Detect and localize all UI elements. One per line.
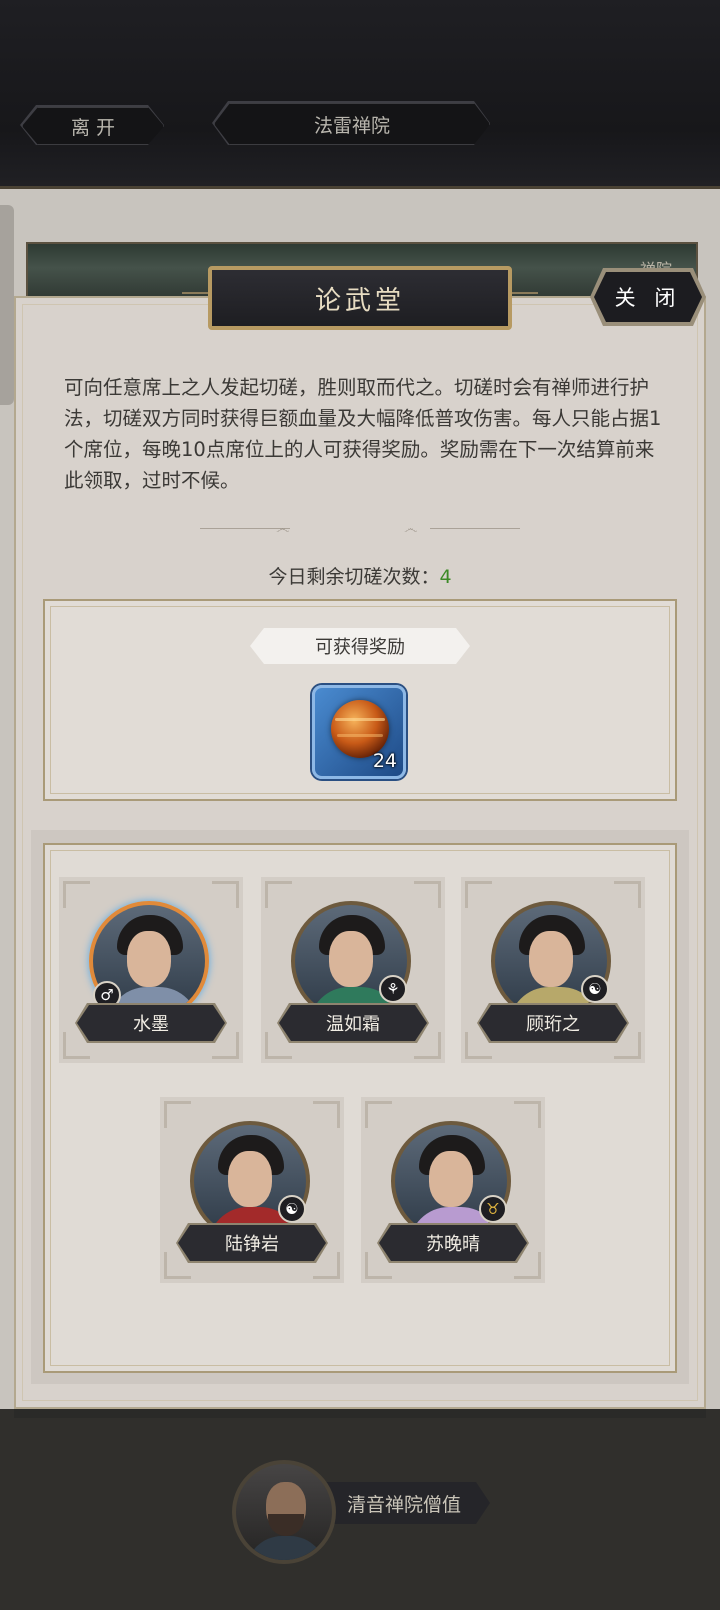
title-ornament-right — [512, 292, 538, 294]
seat-name: 温如霜 — [279, 1005, 427, 1041]
remaining-label: 今日剩余切磋次数： — [268, 566, 440, 588]
remaining-count: 4 — [439, 566, 452, 588]
close-button[interactable]: 关 闭 — [594, 272, 702, 322]
remaining-challenges: 今日剩余切磋次数：4 — [0, 562, 720, 589]
reward-item-count: 24 — [372, 750, 397, 772]
seat-card[interactable]: ♂ 水墨 — [59, 877, 243, 1063]
divider-right — [430, 528, 520, 529]
seat-name: 水墨 — [77, 1005, 225, 1041]
rules-description: 可向任意席上之人发起切磋，胜则取而代之。切磋时会有禅师进行护法，切磋双方同时获得… — [64, 376, 662, 492]
seat-card[interactable]: ☯ 陆铮岩 — [160, 1097, 344, 1283]
reward-label: 可获得奖励 — [250, 628, 470, 664]
npc-name: 清音禅院僧值 — [318, 1482, 490, 1524]
reward-item[interactable]: 24 — [312, 685, 406, 779]
divider-ornament-left: ෴ — [276, 521, 290, 537]
leaf-icon: ⚘ — [379, 975, 407, 1003]
seat-card[interactable]: ☯ 顾珩之 — [461, 877, 645, 1063]
seat-name: 苏晚晴 — [379, 1225, 527, 1261]
yinyang-icon: ☯ — [581, 975, 609, 1003]
location-title: 法雷禅院 — [214, 103, 490, 145]
bull-icon: ♉ — [479, 1195, 507, 1223]
divider-ornament-right: ෴ — [404, 521, 418, 537]
seat-name: 顾珩之 — [479, 1005, 627, 1041]
seat-name: 陆铮岩 — [178, 1225, 326, 1261]
panel-title: 论武堂 — [208, 266, 512, 330]
npc-avatar[interactable] — [232, 1460, 336, 1564]
seat-card[interactable]: ⚘ 温如霜 — [261, 877, 445, 1063]
side-tab[interactable] — [0, 205, 14, 405]
title-ornament-left — [182, 292, 208, 294]
yinyang-icon: ☯ — [278, 1195, 306, 1223]
top-bar — [0, 0, 720, 189]
seat-card[interactable]: ♉ 苏晚晴 — [361, 1097, 545, 1283]
leave-button[interactable]: 离 开 — [22, 107, 164, 145]
